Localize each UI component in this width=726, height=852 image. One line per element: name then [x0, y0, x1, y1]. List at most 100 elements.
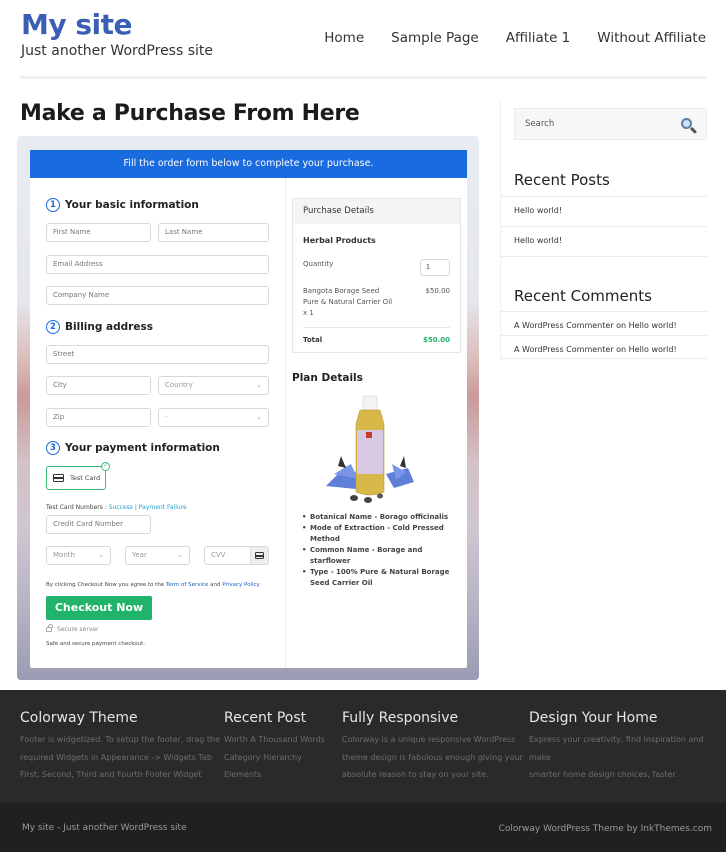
nav-without-affiliate[interactable]: Without Affiliate [597, 30, 706, 46]
footer-bottom: My site - Just another WordPress site Co… [0, 803, 726, 852]
header-divider [20, 76, 706, 79]
chevron-down-icon: ⌄ [256, 413, 262, 421]
footer-text-line: theme design is fabulous enough giving y… [342, 752, 523, 762]
email-input[interactable]: Email Address [46, 255, 269, 274]
step-number: 2 [46, 320, 60, 334]
footer-col-title: Design Your Home [529, 710, 658, 726]
month-select-value: Month [53, 551, 75, 559]
footer-site-credit[interactable]: My site - Just another WordPress site [22, 823, 187, 833]
feature-item: Botanical Name - Borago officinalis [302, 512, 462, 523]
footer-text-line: First, Second, Third and Fourth Footer W… [20, 770, 202, 779]
test-card-numbers: Test Card Numbers : Success | Payment Fa… [46, 504, 187, 511]
purchase-details-heading: Purchase Details [293, 199, 460, 224]
cvv-card-button[interactable] [250, 547, 268, 564]
step-number: 3 [46, 441, 60, 455]
footer-post-link[interactable]: Category Hierarchy [224, 749, 325, 767]
chevron-down-icon: ⌄ [256, 381, 262, 389]
company-input[interactable]: Company Name [46, 286, 269, 305]
footer-col-recent-post: Recent Post Worth A Thousand Words Categ… [224, 710, 325, 784]
search-placeholder: Search [525, 119, 555, 129]
terms-of-service-link[interactable]: Term of Service [166, 582, 208, 588]
secure-server: Secure server [46, 624, 99, 633]
city-input[interactable]: City [46, 376, 151, 395]
safe-checkout-text: Safe and secure payment checkout. [46, 641, 145, 647]
terms-and: and [210, 582, 221, 588]
nav-sample-page[interactable]: Sample Page [391, 30, 479, 46]
recent-post-link[interactable]: Hello world! [501, 226, 707, 256]
purchase-details: Purchase Details Herbal Products Quantit… [292, 198, 461, 353]
divider [501, 358, 707, 359]
street-input[interactable]: Street [46, 345, 269, 364]
separator: | [134, 504, 137, 511]
cvv-input[interactable]: CVV [204, 546, 269, 565]
card-number-input[interactable]: Credit Card Number [46, 515, 151, 534]
search-input[interactable]: Search [514, 108, 707, 140]
quantity-label: Quantity [303, 260, 334, 268]
search-icon[interactable] [681, 118, 692, 129]
product-group: Herbal Products [303, 236, 376, 245]
payment-method-test-card[interactable]: Test Card ✓ [46, 462, 110, 490]
terms-text: By clicking Checkout Now you agree to th… [46, 582, 260, 588]
month-select[interactable]: Month ⌄ [46, 546, 111, 565]
plan-features-list: Botanical Name - Borago officinalis Mode… [302, 512, 462, 589]
site-title[interactable]: My site [21, 8, 133, 41]
footer-theme-credit[interactable]: Colorway WordPress Theme by InkThemes.co… [499, 824, 712, 834]
footer-text-line: Colorway is a unique responsive WordPres… [342, 735, 516, 744]
credit-card-icon [53, 474, 64, 482]
state-select[interactable]: - ⌄ [158, 408, 269, 427]
total-value: $50.00 [422, 336, 450, 344]
divider [303, 327, 450, 328]
country-select[interactable]: Country ⌄ [158, 376, 269, 395]
footer-post-link[interactable]: Worth A Thousand Words [224, 731, 325, 749]
checkout-frame: Fill the order form below to complete yo… [17, 136, 479, 680]
checkout-now-button[interactable]: Checkout Now [46, 596, 152, 620]
footer-text-line: required Widgets in Appearance -> Widget… [20, 752, 212, 762]
step-label: Your payment information [65, 442, 220, 454]
recent-post-link[interactable]: Hello world! [501, 196, 707, 226]
footer-col-design: Design Your Home Express your creativity… [529, 710, 726, 784]
test-success-link[interactable]: Success [109, 504, 133, 511]
feature-item: Mode of Extraction - Cold Pressed Method [302, 523, 462, 545]
nav-affiliate-1[interactable]: Affiliate 1 [506, 30, 571, 46]
footer-text-line: Express your creativity, find inspiratio… [529, 735, 704, 762]
quantity-input[interactable]: 1 [420, 259, 450, 276]
feature-item: Type - 100% Pure & Natural Borage Seed C… [302, 567, 462, 589]
footer-col-title: Recent Post [224, 710, 307, 726]
recent-comment-link[interactable]: A WordPress Commenter on Hello world! [501, 335, 707, 365]
site-tagline: Just another WordPress site [21, 43, 214, 59]
seed [377, 493, 383, 499]
plan-details-title: Plan Details [292, 372, 363, 384]
year-select[interactable]: Year ⌄ [125, 546, 190, 565]
step-billing: 2 Billing address [46, 320, 153, 334]
footer-text-line: Footer is widgetized. To setup the foote… [20, 735, 221, 744]
country-select-value: Country [165, 381, 193, 389]
step-basic-info: 1 Your basic information [46, 198, 199, 212]
step-payment: 3 Your payment information [46, 441, 220, 455]
checkout-card: Fill the order form below to complete yo… [30, 150, 467, 668]
privacy-policy-link[interactable]: Privacy Policy [222, 582, 259, 588]
feature-item: Common Name - Borage and starflower [302, 545, 462, 567]
main-nav: Home Sample Page Affiliate 1 Without Aff… [297, 30, 706, 46]
recent-posts-title: Recent Posts [514, 171, 610, 189]
lock-icon [46, 624, 53, 632]
checkout-banner: Fill the order form below to complete yo… [30, 150, 467, 178]
chevron-down-icon: ⌄ [177, 551, 183, 559]
seed [350, 495, 358, 501]
footer-widgets: Colorway Theme Footer is widgetized. To … [0, 690, 726, 803]
zip-input[interactable]: Zip [46, 408, 151, 427]
product-image-borage-oil [326, 395, 414, 503]
test-failure-link[interactable]: Payment Failure [139, 504, 187, 511]
footer-col-title: Colorway Theme [20, 710, 138, 726]
step-number: 1 [46, 198, 60, 212]
nav-home[interactable]: Home [324, 30, 364, 46]
last-name-input[interactable]: Last Name [158, 223, 269, 242]
item-name: Bangota Borage Seed Pure & Natural Carri… [303, 286, 392, 319]
order-form: 1 Your basic information First Name Last… [30, 178, 286, 668]
recent-comments-title: Recent Comments [514, 287, 652, 305]
footer-col-title: Fully Responsive [342, 710, 459, 726]
first-name-input[interactable]: First Name [46, 223, 151, 242]
footer-post-link[interactable]: Elements [224, 766, 325, 784]
seed [364, 497, 372, 503]
total-label: Total [303, 336, 323, 344]
step-label: Billing address [65, 321, 153, 333]
